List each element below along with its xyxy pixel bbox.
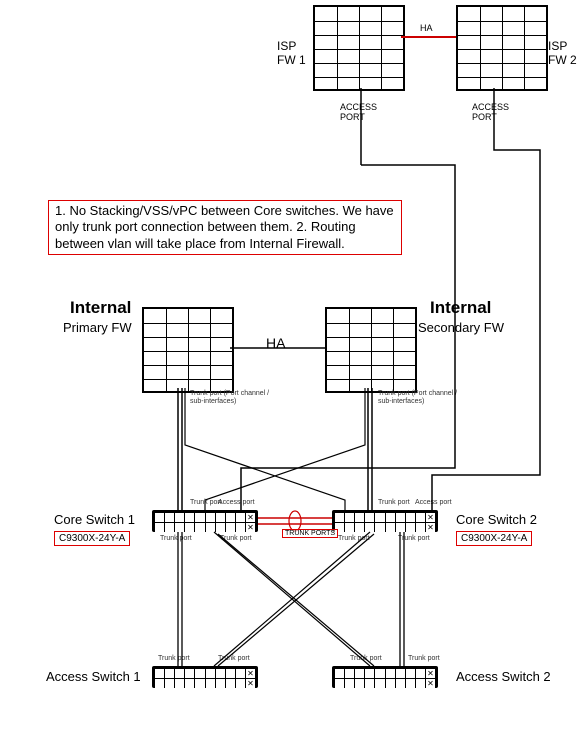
network-diagram: { "top": { "isp_fw1": "ISP\nFW 1", "isp_… [0, 0, 578, 735]
internal-left-title: Internal [70, 298, 131, 318]
core-switch-2-icon: ✕✕ [332, 510, 438, 532]
internal-secondary-fw-icon [325, 307, 417, 393]
isp-ha-label: HA [420, 23, 433, 33]
core-switch-2-model: C9300X-24Y-A [456, 531, 532, 546]
isp-fw1-icon [313, 5, 405, 91]
core-switch-2-label: Core Switch 2 [456, 513, 537, 528]
access-switch-1-icon: ✕✕ [152, 666, 258, 688]
core1-trunk-label: Trunk port [190, 499, 222, 507]
core1-down-trunk2: Trunk port [220, 535, 252, 543]
internal-right-sub: Secondary FW [418, 321, 504, 336]
acc2-trunk1: Trunk port [350, 655, 382, 663]
isp-fw1-label: ISP FW 1 [277, 40, 306, 68]
note-box: 1. No Stacking/VSS/vPC between Core swit… [48, 200, 402, 255]
internal-left-sub: Primary FW [63, 321, 132, 336]
internal-right-title: Internal [430, 298, 491, 318]
acc2-trunk2: Trunk port [408, 655, 440, 663]
core-switch-1-model: C9300X-24Y-A [54, 531, 130, 546]
internal-ha-label: HA [266, 335, 285, 351]
trunk-ports-label: TRUNK PORTS [282, 529, 338, 538]
isp-fw2-label: ISP FW 2 [548, 40, 577, 68]
fw2-trunk-caption: Trunk port (Port channel / sub-interface… [378, 390, 457, 406]
core1-access-label: Access port [218, 499, 255, 507]
access-port-2-label: ACCESS PORT [472, 102, 509, 123]
core1-down-trunk1: Trunk port [160, 535, 192, 543]
core-switch-1-label: Core Switch 1 [54, 513, 135, 528]
isp-fw2-icon [456, 5, 548, 91]
access-port-1-label: ACCESS PORT [340, 102, 377, 123]
core2-access-label: Access port [415, 499, 452, 507]
access-switch-2-icon: ✕✕ [332, 666, 438, 688]
access-switch-1-label: Access Switch 1 [46, 670, 141, 685]
acc1-trunk2: Trunk port [218, 655, 250, 663]
core-switch-1-icon: ✕✕ [152, 510, 258, 532]
internal-primary-fw-icon [142, 307, 234, 393]
core2-down-trunk2: Trunk port [398, 535, 430, 543]
access-switch-2-label: Access Switch 2 [456, 670, 551, 685]
acc1-trunk1: Trunk port [158, 655, 190, 663]
core2-trunk-label: Trunk port [378, 499, 410, 507]
core2-down-trunk1: Trunk port [338, 535, 370, 543]
fw1-trunk-caption: Trunk port (Port channel / sub-interface… [190, 390, 269, 406]
